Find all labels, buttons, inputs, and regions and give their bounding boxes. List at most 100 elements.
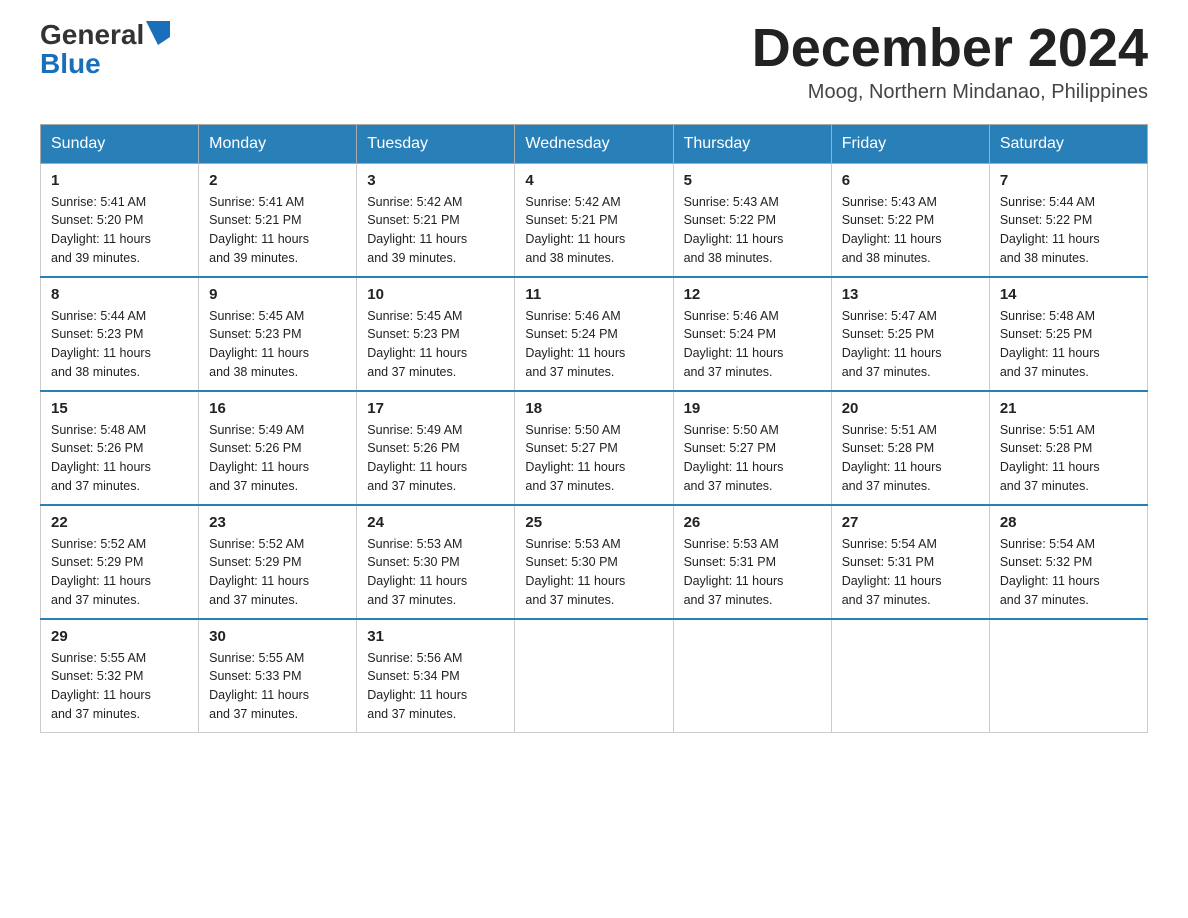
calendar-cell: 21 Sunrise: 5:51 AMSunset: 5:28 PMDaylig…: [989, 391, 1147, 505]
logo-general-text: General: [40, 20, 144, 51]
calendar-cell: 4 Sunrise: 5:42 AMSunset: 5:21 PMDayligh…: [515, 163, 673, 277]
day-info: Sunrise: 5:50 AMSunset: 5:27 PMDaylight:…: [525, 423, 625, 493]
calendar-header-row: SundayMondayTuesdayWednesdayThursdayFrid…: [41, 124, 1148, 163]
day-info: Sunrise: 5:47 AMSunset: 5:25 PMDaylight:…: [842, 309, 942, 379]
day-info: Sunrise: 5:53 AMSunset: 5:30 PMDaylight:…: [367, 537, 467, 607]
day-number: 23: [209, 514, 346, 531]
calendar-cell: 24 Sunrise: 5:53 AMSunset: 5:30 PMDaylig…: [357, 505, 515, 619]
calendar-cell: [673, 619, 831, 733]
logo-triangle-icon: [146, 21, 170, 45]
day-info: Sunrise: 5:48 AMSunset: 5:25 PMDaylight:…: [1000, 309, 1100, 379]
calendar-week-row: 8 Sunrise: 5:44 AMSunset: 5:23 PMDayligh…: [41, 277, 1148, 391]
calendar-week-row: 1 Sunrise: 5:41 AMSunset: 5:20 PMDayligh…: [41, 163, 1148, 277]
day-info: Sunrise: 5:43 AMSunset: 5:22 PMDaylight:…: [684, 195, 784, 265]
calendar-cell: 14 Sunrise: 5:48 AMSunset: 5:25 PMDaylig…: [989, 277, 1147, 391]
day-info: Sunrise: 5:46 AMSunset: 5:24 PMDaylight:…: [684, 309, 784, 379]
calendar-week-row: 29 Sunrise: 5:55 AMSunset: 5:32 PMDaylig…: [41, 619, 1148, 733]
calendar-cell: 17 Sunrise: 5:49 AMSunset: 5:26 PMDaylig…: [357, 391, 515, 505]
calendar-cell: 18 Sunrise: 5:50 AMSunset: 5:27 PMDaylig…: [515, 391, 673, 505]
calendar-cell: 31 Sunrise: 5:56 AMSunset: 5:34 PMDaylig…: [357, 619, 515, 733]
day-number: 27: [842, 514, 979, 531]
day-number: 25: [525, 514, 662, 531]
calendar-cell: 6 Sunrise: 5:43 AMSunset: 5:22 PMDayligh…: [831, 163, 989, 277]
calendar-cell: 3 Sunrise: 5:42 AMSunset: 5:21 PMDayligh…: [357, 163, 515, 277]
day-info: Sunrise: 5:50 AMSunset: 5:27 PMDaylight:…: [684, 423, 784, 493]
calendar-table: SundayMondayTuesdayWednesdayThursdayFrid…: [40, 124, 1148, 733]
calendar-cell: 26 Sunrise: 5:53 AMSunset: 5:31 PMDaylig…: [673, 505, 831, 619]
day-number: 26: [684, 514, 821, 531]
calendar-cell: [515, 619, 673, 733]
calendar-cell: 7 Sunrise: 5:44 AMSunset: 5:22 PMDayligh…: [989, 163, 1147, 277]
calendar-week-row: 15 Sunrise: 5:48 AMSunset: 5:26 PMDaylig…: [41, 391, 1148, 505]
day-number: 2: [209, 172, 346, 189]
day-info: Sunrise: 5:42 AMSunset: 5:21 PMDaylight:…: [525, 195, 625, 265]
day-info: Sunrise: 5:53 AMSunset: 5:30 PMDaylight:…: [525, 537, 625, 607]
calendar-cell: 22 Sunrise: 5:52 AMSunset: 5:29 PMDaylig…: [41, 505, 199, 619]
day-info: Sunrise: 5:54 AMSunset: 5:32 PMDaylight:…: [1000, 537, 1100, 607]
day-info: Sunrise: 5:41 AMSunset: 5:21 PMDaylight:…: [209, 195, 309, 265]
day-info: Sunrise: 5:43 AMSunset: 5:22 PMDaylight:…: [842, 195, 942, 265]
day-info: Sunrise: 5:49 AMSunset: 5:26 PMDaylight:…: [367, 423, 467, 493]
day-info: Sunrise: 5:49 AMSunset: 5:26 PMDaylight:…: [209, 423, 309, 493]
day-number: 29: [51, 628, 188, 645]
calendar-cell: 9 Sunrise: 5:45 AMSunset: 5:23 PMDayligh…: [199, 277, 357, 391]
day-info: Sunrise: 5:44 AMSunset: 5:22 PMDaylight:…: [1000, 195, 1100, 265]
day-info: Sunrise: 5:51 AMSunset: 5:28 PMDaylight:…: [842, 423, 942, 493]
day-number: 4: [525, 172, 662, 189]
calendar-cell: 8 Sunrise: 5:44 AMSunset: 5:23 PMDayligh…: [41, 277, 199, 391]
day-info: Sunrise: 5:52 AMSunset: 5:29 PMDaylight:…: [209, 537, 309, 607]
day-info: Sunrise: 5:55 AMSunset: 5:32 PMDaylight:…: [51, 651, 151, 721]
day-number: 24: [367, 514, 504, 531]
top-header: General Blue December 2024 Moog, Norther…: [40, 20, 1148, 104]
header-tuesday: Tuesday: [357, 124, 515, 163]
calendar-cell: 1 Sunrise: 5:41 AMSunset: 5:20 PMDayligh…: [41, 163, 199, 277]
month-year-title: December 2024: [752, 20, 1148, 77]
calendar-cell: 27 Sunrise: 5:54 AMSunset: 5:31 PMDaylig…: [831, 505, 989, 619]
day-info: Sunrise: 5:56 AMSunset: 5:34 PMDaylight:…: [367, 651, 467, 721]
day-info: Sunrise: 5:54 AMSunset: 5:31 PMDaylight:…: [842, 537, 942, 607]
day-number: 31: [367, 628, 504, 645]
day-number: 5: [684, 172, 821, 189]
calendar-cell: 10 Sunrise: 5:45 AMSunset: 5:23 PMDaylig…: [357, 277, 515, 391]
calendar-cell: 28 Sunrise: 5:54 AMSunset: 5:32 PMDaylig…: [989, 505, 1147, 619]
day-number: 13: [842, 286, 979, 303]
calendar-cell: 20 Sunrise: 5:51 AMSunset: 5:28 PMDaylig…: [831, 391, 989, 505]
day-number: 11: [525, 286, 662, 303]
day-number: 6: [842, 172, 979, 189]
logo-block: General Blue: [40, 20, 170, 80]
day-info: Sunrise: 5:46 AMSunset: 5:24 PMDaylight:…: [525, 309, 625, 379]
calendar-cell: 30 Sunrise: 5:55 AMSunset: 5:33 PMDaylig…: [199, 619, 357, 733]
header-thursday: Thursday: [673, 124, 831, 163]
day-info: Sunrise: 5:53 AMSunset: 5:31 PMDaylight:…: [684, 537, 784, 607]
day-number: 28: [1000, 514, 1137, 531]
title-block: December 2024 Moog, Northern Mindanao, P…: [752, 20, 1148, 104]
day-info: Sunrise: 5:41 AMSunset: 5:20 PMDaylight:…: [51, 195, 151, 265]
day-info: Sunrise: 5:51 AMSunset: 5:28 PMDaylight:…: [1000, 423, 1100, 493]
day-number: 17: [367, 400, 504, 417]
calendar-cell: 25 Sunrise: 5:53 AMSunset: 5:30 PMDaylig…: [515, 505, 673, 619]
day-info: Sunrise: 5:48 AMSunset: 5:26 PMDaylight:…: [51, 423, 151, 493]
header-friday: Friday: [831, 124, 989, 163]
header-saturday: Saturday: [989, 124, 1147, 163]
day-number: 8: [51, 286, 188, 303]
header-sunday: Sunday: [41, 124, 199, 163]
calendar-cell: 15 Sunrise: 5:48 AMSunset: 5:26 PMDaylig…: [41, 391, 199, 505]
calendar-cell: 5 Sunrise: 5:43 AMSunset: 5:22 PMDayligh…: [673, 163, 831, 277]
day-info: Sunrise: 5:55 AMSunset: 5:33 PMDaylight:…: [209, 651, 309, 721]
day-number: 21: [1000, 400, 1137, 417]
day-number: 14: [1000, 286, 1137, 303]
header-monday: Monday: [199, 124, 357, 163]
location-text: Moog, Northern Mindanao, Philippines: [752, 81, 1148, 104]
day-number: 10: [367, 286, 504, 303]
calendar-cell: 11 Sunrise: 5:46 AMSunset: 5:24 PMDaylig…: [515, 277, 673, 391]
day-number: 12: [684, 286, 821, 303]
calendar-cell: 13 Sunrise: 5:47 AMSunset: 5:25 PMDaylig…: [831, 277, 989, 391]
calendar-cell: 23 Sunrise: 5:52 AMSunset: 5:29 PMDaylig…: [199, 505, 357, 619]
calendar-cell: 19 Sunrise: 5:50 AMSunset: 5:27 PMDaylig…: [673, 391, 831, 505]
day-info: Sunrise: 5:52 AMSunset: 5:29 PMDaylight:…: [51, 537, 151, 607]
day-number: 20: [842, 400, 979, 417]
logo-blue-text: Blue: [40, 49, 101, 80]
day-number: 1: [51, 172, 188, 189]
day-number: 9: [209, 286, 346, 303]
day-info: Sunrise: 5:44 AMSunset: 5:23 PMDaylight:…: [51, 309, 151, 379]
